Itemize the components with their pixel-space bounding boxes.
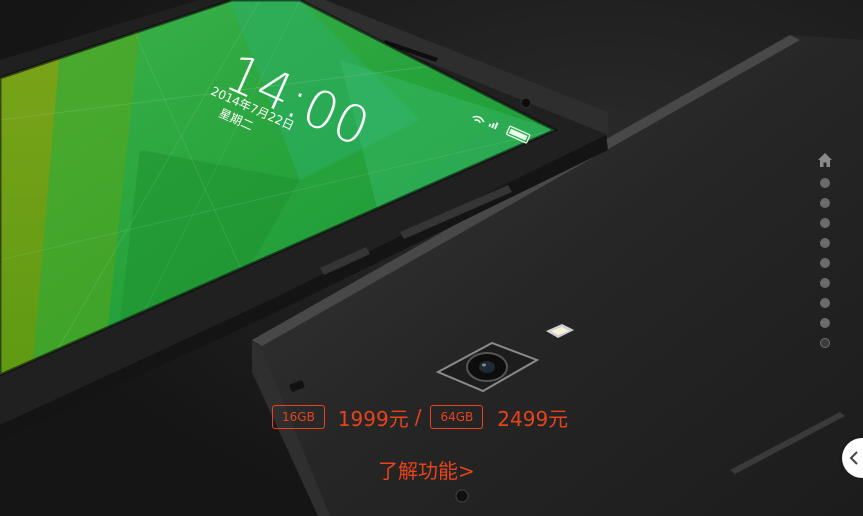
price-16gb: 1999元 (337, 406, 409, 431)
nav-dot-9[interactable] (820, 338, 830, 348)
nav-dot-2[interactable] (820, 198, 830, 208)
nav-dot-8[interactable] (820, 318, 830, 328)
page-nav (812, 152, 838, 353)
nav-dot-4[interactable] (820, 238, 830, 248)
price-64gb: 2499元 (497, 406, 569, 431)
capacity-badge-64gb: 64GB (430, 405, 484, 429)
nav-dot-7[interactable] (820, 298, 830, 308)
capacity-badge-16gb: 16GB (272, 405, 325, 429)
chevron-left-icon (849, 451, 858, 465)
learn-features-link[interactable]: 了解功能> (378, 455, 475, 484)
price-row: 16GB 1999元 / 64GB 2499元 (272, 403, 568, 431)
product-showcase: 14:00 2014年7月22日 星期二 16GB 1999元 / 64GB 2… (0, 0, 863, 516)
home-icon[interactable] (817, 152, 833, 168)
nav-dot-6[interactable] (820, 278, 830, 288)
price-separator: / (414, 405, 422, 429)
nav-dot-5[interactable] (820, 258, 830, 268)
nav-dot-3[interactable] (820, 218, 830, 228)
nav-dot-1[interactable] (820, 178, 830, 188)
phone-illustration: 14:00 2014年7月22日 星期二 (0, 0, 863, 516)
